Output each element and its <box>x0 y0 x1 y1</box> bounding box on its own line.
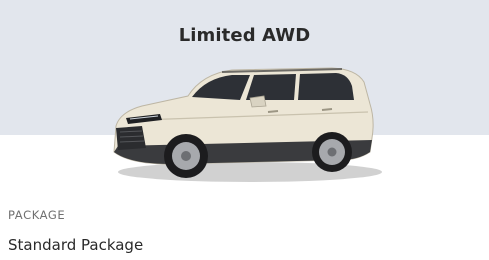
trim-title: Limited AWD <box>178 25 311 46</box>
package-value: Standard Package <box>8 236 144 254</box>
trim-card[interactable]: Limited AWD PACKAGE Standard Package <box>0 0 489 260</box>
vehicle-image <box>113 67 382 182</box>
package-label: PACKAGE <box>8 208 66 222</box>
